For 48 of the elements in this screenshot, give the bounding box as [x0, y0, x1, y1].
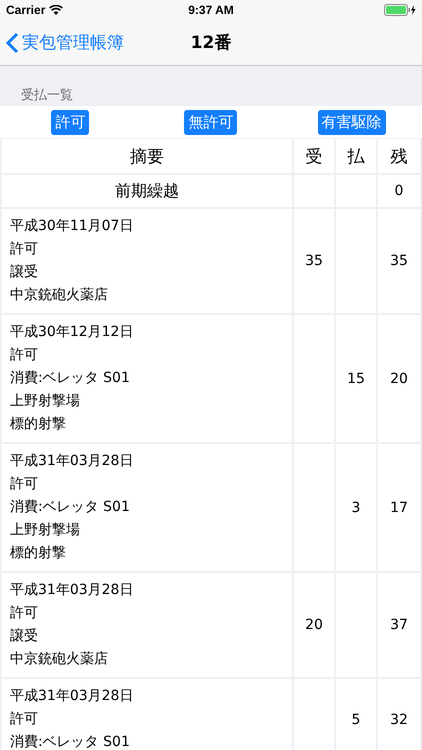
filter-button[interactable]: 有害駆除: [318, 110, 386, 134]
wifi-icon: [49, 5, 64, 15]
entry-line: 譲受: [10, 263, 39, 282]
table-cell: 32: [378, 679, 420, 750]
table-cell: 15: [336, 315, 376, 442]
table-cell: 20: [378, 315, 420, 442]
back-button[interactable]: 実包管理帳簿: [6, 31, 124, 54]
column-header: 残: [378, 139, 420, 173]
entry-line: 上野射撃場: [10, 521, 81, 540]
section-header: 受払一覧: [21, 88, 73, 103]
table-cell: 17: [378, 444, 420, 571]
entry-line: 標的射撃: [10, 415, 67, 434]
entry-line: 平成30年12月12日: [10, 323, 134, 342]
table-cell: 3: [336, 444, 376, 571]
table-cell: 前期繰越: [2, 175, 292, 207]
table-cell: 35: [378, 209, 420, 313]
filter-button[interactable]: 許可: [51, 110, 90, 134]
entry-line: 許可: [10, 475, 39, 494]
entry-line: 許可: [10, 346, 39, 365]
entry-line: 中京銃砲火薬店: [10, 286, 109, 305]
entry-line: 許可: [10, 240, 39, 259]
entry-line: 消費:ベレッタ S01: [10, 733, 131, 750]
battery-charging-icon: [384, 4, 416, 16]
entry-line: 中京銃砲火薬店: [10, 650, 109, 669]
entry-line: 平成31年03月28日: [10, 452, 134, 471]
entry-line: 許可: [10, 604, 39, 623]
table-cell: 37: [378, 573, 420, 677]
screen-title: 12番: [190, 33, 232, 53]
carrier-label: Carrier: [6, 3, 46, 17]
table-cell: 5: [336, 679, 376, 750]
entry-line: 譲受: [10, 627, 39, 646]
entry-line: 消費:ベレッタ S01: [10, 498, 131, 517]
column-header: 受: [294, 139, 334, 173]
entry-line: 平成30年11月07日: [10, 217, 134, 236]
entry-line: 許可: [10, 710, 39, 729]
clock-time: 9:37 AM: [188, 3, 234, 17]
entry-line: 標的射撃: [10, 544, 67, 563]
column-header: 払: [336, 139, 376, 173]
table-cell: 0: [378, 175, 420, 207]
table-cell: 20: [294, 573, 334, 677]
table-cell: 35: [294, 209, 334, 313]
chevron-icon: [6, 32, 19, 54]
entry-line: 消費:ベレッタ S01: [10, 369, 131, 388]
entry-line: 平成31年03月28日: [10, 581, 134, 600]
entry-line: 上野射撃場: [10, 392, 81, 411]
entry-line: 平成31年03月28日: [10, 687, 134, 706]
column-header: 摘要: [2, 139, 292, 173]
filter-button[interactable]: 無許可: [184, 110, 238, 134]
